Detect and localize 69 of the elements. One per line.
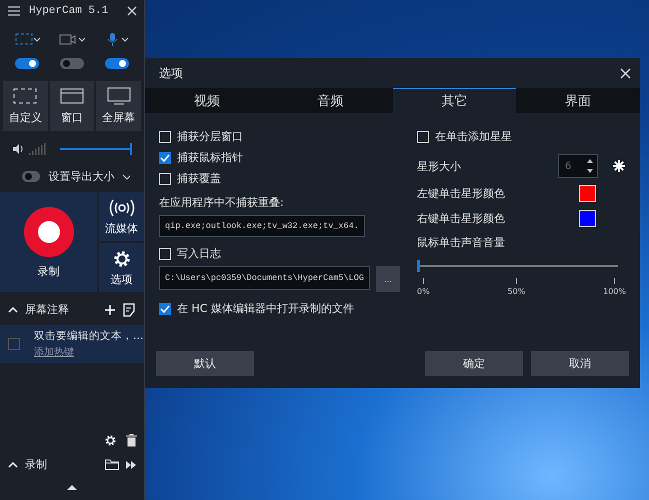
fast-forward-icon[interactable] [126,460,136,468]
dashed-frame-icon [12,87,38,105]
capture-mode-button[interactable]: 窗口 [50,81,94,131]
add-hotkey-link[interactable]: 添加热键 [34,345,74,359]
trash-icon[interactable] [126,434,137,447]
caret-icon[interactable] [122,172,130,180]
note-icon[interactable] [123,302,136,316]
section-title: 录制 [25,457,48,472]
checkbox[interactable] [159,302,171,314]
star-icon [612,159,626,173]
capture-mode-button[interactable]: 自定义 [3,81,48,131]
tick-label: 0% [417,287,430,296]
cancel-button[interactable]: 取消 [531,351,629,376]
checkbox[interactable] [159,152,171,164]
output-size-label: 设置导出大小 [48,169,114,184]
plus-icon[interactable] [104,304,116,316]
toggle-switch[interactable] [60,58,84,69]
expand-caret-icon[interactable] [67,484,77,490]
tab[interactable]: 界面 [516,88,640,113]
broadcast-icon [108,198,136,218]
checkbox[interactable] [8,338,20,350]
settings-icon[interactable] [104,434,117,447]
star-size-label: 星形大小 [417,158,462,174]
folder-icon[interactable] [105,459,119,470]
tab[interactable]: 视频 [145,88,269,113]
side-button[interactable]: 流媒体 [99,192,144,241]
toggle-switch[interactable] [105,58,130,69]
speaker-icon [12,143,24,155]
close-icon[interactable] [127,6,137,16]
browse-button[interactable]: ... [376,266,400,292]
capture-mode-button[interactable]: 全屏幕 [96,81,142,131]
checkbox-label: 写入日志 [177,246,221,261]
annotation-item[interactable]: 双击要编辑的文本，… 添加热键 [0,325,144,363]
annotation-text: 双击要编辑的文本，… [34,329,144,343]
close-icon[interactable] [620,68,631,79]
camera-icon[interactable] [58,32,85,46]
window-icon [59,87,85,105]
tab[interactable]: 音频 [268,88,392,113]
color-swatch[interactable] [579,185,596,202]
tab[interactable]: 其它 [392,88,516,113]
click-volume-label: 鼠标单击声音音量 [417,235,506,250]
star-color-label: 左键单击星形颜色 [417,186,505,201]
ok-button[interactable]: 确定 [425,351,523,376]
menu-icon[interactable] [7,5,21,17]
exclude-label: 在应用程序中不捕获重叠: [159,195,285,210]
log-path-field[interactable]: C:\Users\pc0359\Documents\HyperCam5\LOG [159,266,370,290]
tick-label: 50% [508,287,526,296]
star-color-label: 右键单击星形颜色 [417,211,505,226]
toggle-switch[interactable] [22,171,40,182]
dialog-title: 选项 [159,65,183,82]
exclude-apps-field[interactable]: qip.exe;outlook.exe;tv_w32.exe;tv_x64. [159,215,365,237]
section-title: 屏幕注释 [25,302,70,317]
side-button[interactable]: 选项 [99,243,144,292]
monitor-icon [106,87,132,105]
checkbox-label: 在 HC 媒体编辑器中打开录制的文件 [177,301,354,316]
area-select-icon[interactable] [14,32,40,46]
checkbox-label: 捕获鼠标指针 [177,150,243,165]
checkbox-label: 捕获覆盖 [177,171,221,186]
level-bars-icon [28,143,46,155]
tick-label: 100% [603,287,626,296]
color-swatch[interactable] [579,210,596,227]
default-button[interactable]: 默认 [156,351,254,376]
app-title: HyperCam 5.1 [29,5,110,17]
record-icon [22,206,74,258]
checkbox-label: 在单击添加星星 [435,129,512,144]
record-button[interactable]: 录制 [0,192,97,292]
toggle-switch[interactable] [14,58,39,69]
settings-icon [112,248,132,268]
checkbox-label: 捕获分层窗口 [177,129,243,144]
